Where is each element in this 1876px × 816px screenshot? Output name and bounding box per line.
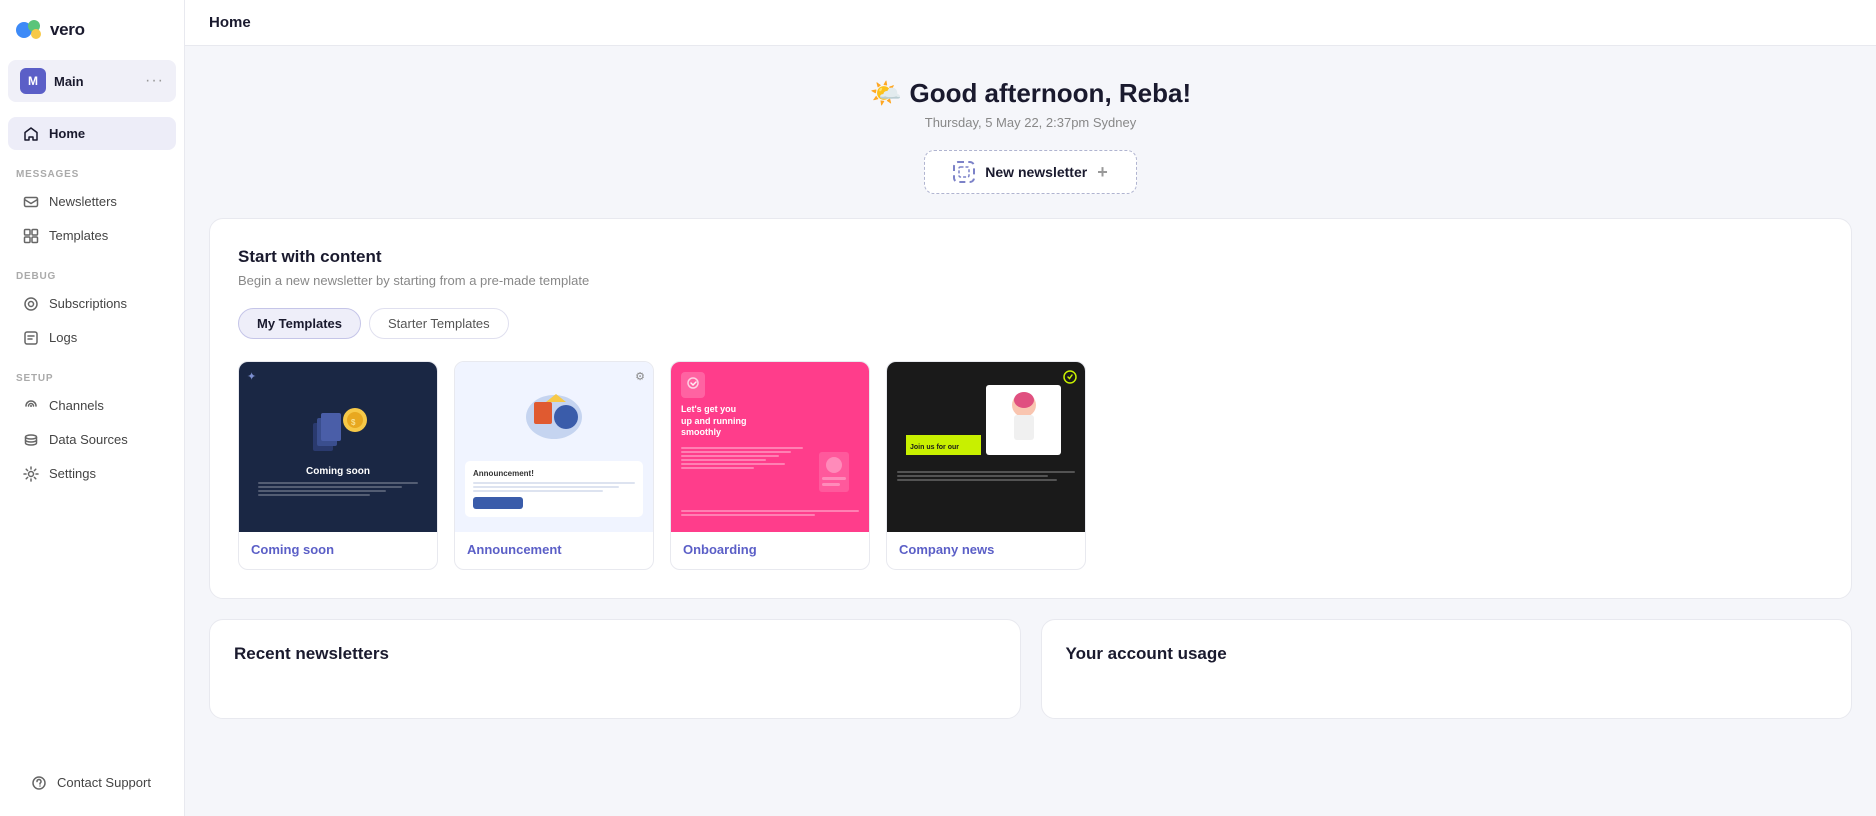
account-usage-section: Your account usage bbox=[1041, 619, 1853, 719]
sidebar-item-logs[interactable]: Logs bbox=[8, 321, 176, 354]
new-newsletter-plus-icon: + bbox=[1097, 162, 1108, 183]
svg-text:Join us for our: Join us for our bbox=[910, 444, 959, 451]
recent-newsletters-title: Recent newsletters bbox=[234, 644, 996, 664]
support-icon bbox=[30, 774, 47, 791]
template-announcement[interactable]: ⚙ Announcement bbox=[454, 361, 654, 570]
templates-icon bbox=[22, 227, 39, 244]
template-tabs: My Templates Starter Templates bbox=[238, 308, 1823, 339]
page-title: Home bbox=[209, 14, 251, 31]
sidebar-item-newsletters-label: Newsletters bbox=[49, 194, 117, 209]
template-onboarding[interactable]: Let's get youup and runningsmoothly bbox=[670, 361, 870, 570]
template-announcement-label: Announcement bbox=[455, 532, 653, 569]
main-content: Home 🌤️ Good afternoon, Reba! Thursday, … bbox=[185, 0, 1876, 816]
sidebar-item-logs-label: Logs bbox=[49, 330, 77, 345]
sidebar-item-newsletters[interactable]: Newsletters bbox=[8, 185, 176, 218]
new-newsletter-label: New newsletter bbox=[985, 164, 1087, 180]
contact-support-label: Contact Support bbox=[57, 775, 151, 790]
template-company-news-label: Company news bbox=[887, 532, 1085, 569]
content-area: 🌤️ Good afternoon, Reba! Thursday, 5 May… bbox=[185, 46, 1876, 816]
sidebar-item-settings[interactable]: Settings bbox=[8, 457, 176, 490]
template-coming-soon-label: Coming soon bbox=[239, 532, 437, 569]
contact-support-item[interactable]: Contact Support bbox=[16, 766, 168, 799]
sidebar-item-data-sources-label: Data Sources bbox=[49, 432, 128, 447]
sidebar-item-home-label: Home bbox=[49, 126, 85, 141]
newsletter-dashed-icon bbox=[953, 161, 975, 183]
greeting-emoji: 🌤️ bbox=[870, 78, 902, 108]
logo: vero bbox=[0, 0, 184, 56]
sidebar-item-subscriptions[interactable]: Subscriptions bbox=[8, 287, 176, 320]
template-coming-soon[interactable]: ✦ $ bbox=[238, 361, 438, 570]
messages-section-label: MESSAGES bbox=[0, 165, 184, 184]
nav-section-setup: SETUP Channels Data Sources Settings bbox=[0, 359, 184, 495]
channels-icon bbox=[22, 397, 39, 414]
logs-icon bbox=[22, 329, 39, 346]
sidebar-item-channels-label: Channels bbox=[49, 398, 104, 413]
sidebar-bottom: Contact Support bbox=[0, 753, 184, 816]
subscriptions-icon bbox=[22, 295, 39, 312]
tab-starter-templates[interactable]: Starter Templates bbox=[369, 308, 509, 339]
template-thumb-announcement: ⚙ Announcement bbox=[455, 362, 653, 532]
nav-section-home: Home bbox=[0, 106, 184, 155]
sidebar-item-templates[interactable]: Templates bbox=[8, 219, 176, 252]
logo-text: vero bbox=[50, 20, 85, 40]
template-grid: ✦ $ bbox=[238, 361, 1823, 570]
vero-logo-icon bbox=[16, 16, 44, 44]
template-onboarding-label: Onboarding bbox=[671, 532, 869, 569]
hero-date: Thursday, 5 May 22, 2:37pm Sydney bbox=[209, 115, 1852, 130]
sidebar-item-subscriptions-label: Subscriptions bbox=[49, 296, 127, 311]
newsletter-icon bbox=[22, 193, 39, 210]
home-icon bbox=[22, 125, 39, 142]
template-company-news[interactable]: Join us for our Company news bbox=[886, 361, 1086, 570]
setup-section-label: SETUP bbox=[0, 369, 184, 388]
nav-section-debug: DEBUG Subscriptions Logs bbox=[0, 257, 184, 359]
hero-section: 🌤️ Good afternoon, Reba! Thursday, 5 May… bbox=[209, 46, 1852, 218]
workspace-selector[interactable]: M Main ··· bbox=[8, 60, 176, 102]
sidebar-item-channels[interactable]: Channels bbox=[8, 389, 176, 422]
settings-icon bbox=[22, 465, 39, 482]
templates-section-title: Start with content bbox=[238, 247, 1823, 267]
template-thumb-company-news: Join us for our bbox=[887, 362, 1085, 532]
nav-section-messages: MESSAGES Newsletters Templates bbox=[0, 155, 184, 257]
sidebar-item-settings-label: Settings bbox=[49, 466, 96, 481]
greeting-text: 🌤️ Good afternoon, Reba! bbox=[209, 78, 1852, 109]
coming-soon-top-icon: ✦ bbox=[247, 370, 256, 383]
template-thumb-coming-soon: ✦ $ bbox=[239, 362, 437, 532]
announcement-top-icon: ⚙ bbox=[635, 370, 645, 383]
sidebar-item-templates-label: Templates bbox=[49, 228, 108, 243]
bottom-row: Recent newsletters Your account usage bbox=[209, 619, 1852, 719]
sidebar-item-home[interactable]: Home bbox=[8, 117, 176, 150]
data-sources-icon bbox=[22, 431, 39, 448]
tab-my-templates[interactable]: My Templates bbox=[238, 308, 361, 339]
new-newsletter-button[interactable]: New newsletter + bbox=[924, 150, 1136, 194]
svg-text:$: $ bbox=[351, 418, 356, 427]
workspace-avatar: M bbox=[20, 68, 46, 94]
template-thumb-onboarding: Let's get youup and runningsmoothly bbox=[671, 362, 869, 532]
workspace-more-icon[interactable]: ··· bbox=[145, 72, 164, 90]
sidebar: vero M Main ··· Home MESSAGES Newsletter… bbox=[0, 0, 185, 816]
templates-section-subtitle: Begin a new newsletter by starting from … bbox=[238, 273, 1823, 288]
topbar: Home bbox=[185, 0, 1876, 46]
account-usage-title: Your account usage bbox=[1066, 644, 1828, 664]
templates-section: Start with content Begin a new newslette… bbox=[209, 218, 1852, 599]
debug-section-label: DEBUG bbox=[0, 267, 184, 286]
recent-newsletters-section: Recent newsletters bbox=[209, 619, 1021, 719]
workspace-name: Main bbox=[54, 74, 84, 89]
sidebar-item-data-sources[interactable]: Data Sources bbox=[8, 423, 176, 456]
